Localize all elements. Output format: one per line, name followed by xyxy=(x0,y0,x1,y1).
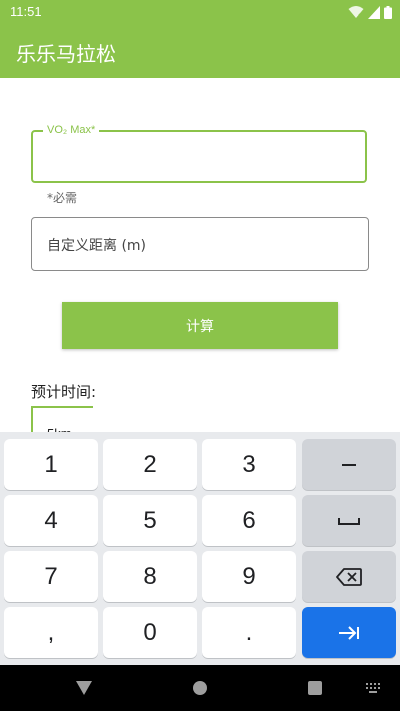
key-1[interactable]: 1 xyxy=(4,439,98,490)
numeric-keyboard: 1 2 3 4 5 6 7 8 9 , 0 . xyxy=(0,432,400,665)
battery-icon xyxy=(384,5,392,19)
custom-distance-placeholder: 自定义距离 (m) xyxy=(47,238,147,254)
status-time: 11:51 xyxy=(10,4,42,19)
key-5[interactable]: 5 xyxy=(103,495,197,546)
vo2-max-field[interactable]: VO₂ Max* xyxy=(31,124,367,183)
key-backspace[interactable] xyxy=(302,551,396,602)
home-icon[interactable] xyxy=(193,681,207,695)
key-8[interactable]: 8 xyxy=(103,551,197,602)
key-0[interactable]: 0 xyxy=(103,607,197,658)
vo2-helper-text: *必需 xyxy=(47,191,78,205)
key-7[interactable]: 7 xyxy=(4,551,98,602)
recents-icon[interactable] xyxy=(308,681,322,695)
app-title: 乐乐马拉松 xyxy=(16,42,116,66)
key-3[interactable]: 3 xyxy=(202,439,296,490)
minus-icon xyxy=(342,463,356,466)
backspace-icon xyxy=(336,567,362,586)
calculate-button[interactable]: 计算 xyxy=(62,302,338,349)
status-bar: 11:51 xyxy=(0,0,400,24)
key-next[interactable] xyxy=(302,607,396,658)
estimated-time-label: 预计时间: xyxy=(31,383,97,401)
navigation-bar xyxy=(0,665,400,711)
space-icon xyxy=(338,517,360,525)
signal-icon xyxy=(368,5,380,19)
status-icons xyxy=(348,5,392,19)
key-2[interactable]: 2 xyxy=(103,439,197,490)
keyboard-switch-icon[interactable] xyxy=(366,683,380,693)
key-9[interactable]: 9 xyxy=(202,551,296,602)
wifi-icon xyxy=(348,6,364,19)
key-4[interactable]: 4 xyxy=(4,495,98,546)
key-comma[interactable]: , xyxy=(4,607,98,658)
custom-distance-field[interactable]: 自定义距离 (m) xyxy=(31,217,369,271)
key-space[interactable] xyxy=(302,495,396,546)
back-icon[interactable] xyxy=(76,681,92,695)
app-bar: 乐乐马拉松 xyxy=(0,24,400,78)
key-6[interactable]: 6 xyxy=(202,495,296,546)
vo2-max-label: VO₂ Max* xyxy=(43,124,100,136)
key-minus[interactable] xyxy=(302,439,396,490)
key-period[interactable]: . xyxy=(202,607,296,658)
tab-next-icon xyxy=(339,625,359,640)
